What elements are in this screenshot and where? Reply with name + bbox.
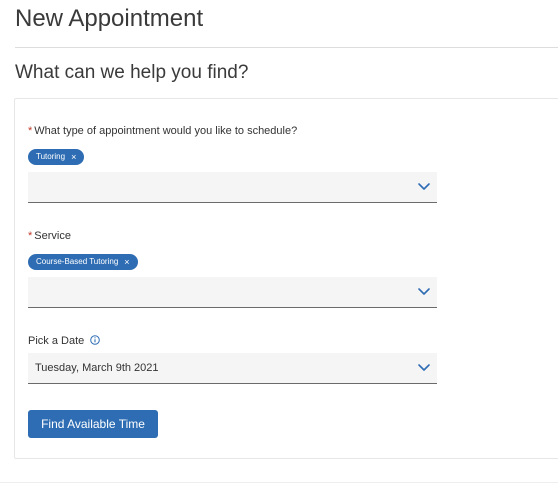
appointment-type-label-text: What type of appointment would you like … — [34, 125, 298, 137]
remove-service-chip-button[interactable]: × — [124, 254, 129, 270]
date-label-text: Pick a Date — [28, 335, 85, 347]
date-label: Pick a Date — [28, 335, 101, 347]
find-available-time-button[interactable]: Find Available Time — [28, 410, 158, 438]
appointment-form-card: * What type of appointment would you like… — [14, 98, 558, 459]
page-subtitle: What can we help you find? — [15, 62, 249, 83]
chevron-down-icon[interactable] — [416, 285, 432, 299]
appointment-type-select[interactable] — [28, 172, 437, 203]
appointment-type-label: * What type of appointment would you like… — [28, 125, 297, 137]
bottom-divider — [0, 482, 558, 483]
appointment-type-chip-label: Tutoring — [36, 152, 66, 161]
title-divider — [15, 47, 558, 48]
page-title: New Appointment — [15, 5, 204, 32]
service-select[interactable] — [28, 277, 437, 308]
required-marker: * — [28, 125, 33, 137]
date-select[interactable]: Tuesday, March 9th 2021 — [28, 353, 437, 384]
remove-appointment-type-chip-button[interactable]: × — [71, 149, 76, 165]
service-label: * Service — [28, 230, 71, 242]
chevron-down-icon[interactable] — [416, 361, 432, 375]
date-select-value: Tuesday, March 9th 2021 — [35, 362, 159, 374]
chevron-down-icon[interactable] — [416, 180, 432, 194]
required-marker: * — [28, 230, 33, 242]
service-label-text: Service — [34, 230, 71, 242]
service-chip: Course-Based Tutoring × — [28, 254, 138, 270]
appointment-type-chip: Tutoring × — [28, 149, 85, 165]
info-icon[interactable] — [90, 335, 101, 345]
service-chip-label: Course-Based Tutoring — [36, 257, 119, 266]
